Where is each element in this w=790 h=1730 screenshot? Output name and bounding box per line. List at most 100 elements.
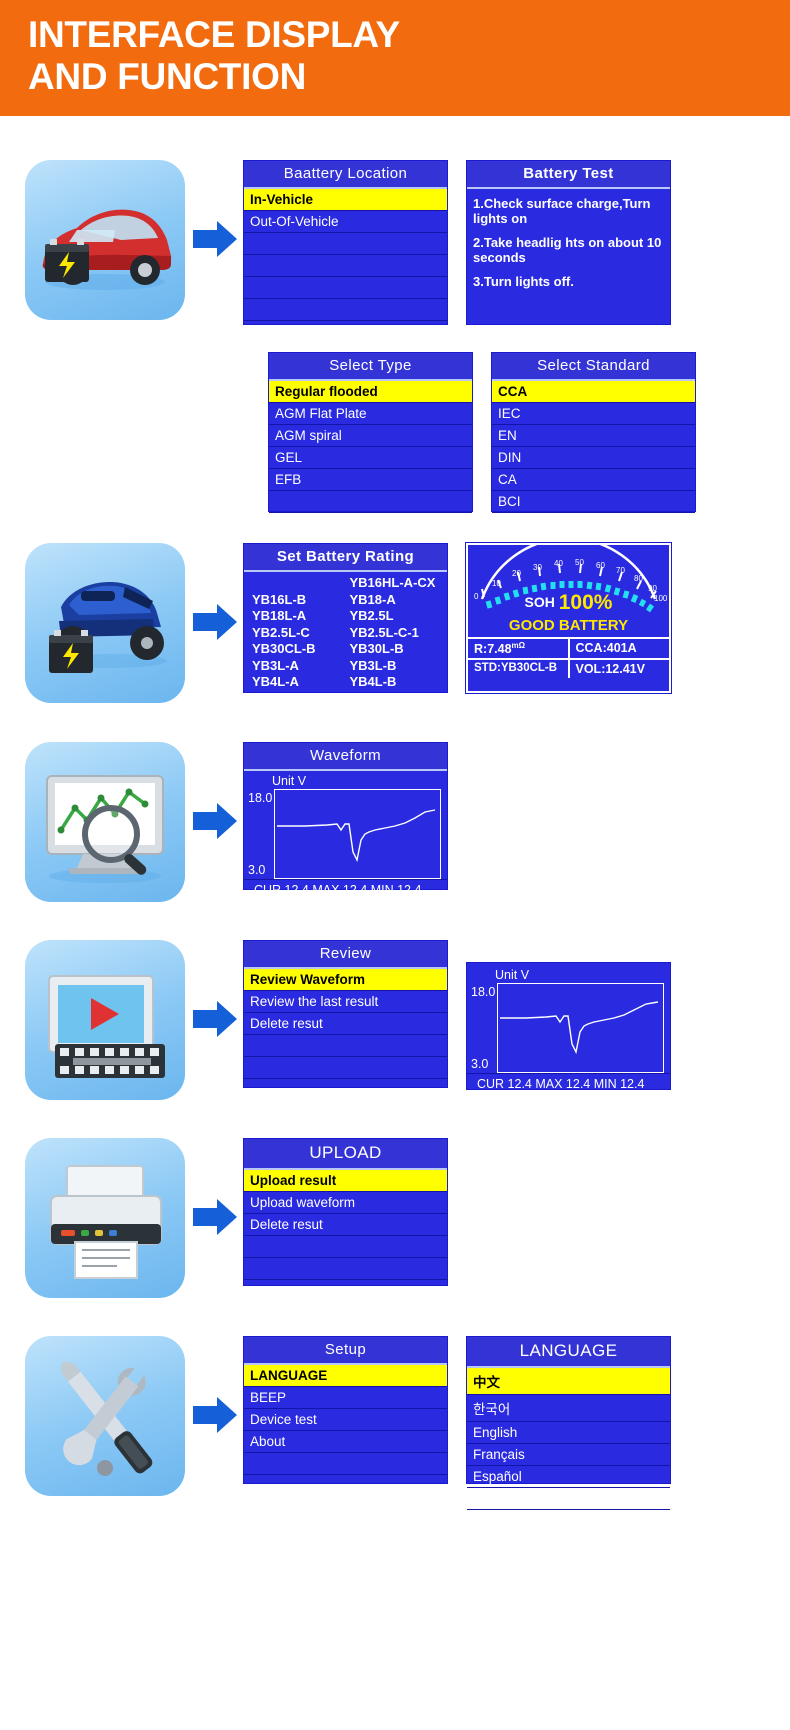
rating-item: [252, 575, 346, 592]
soh-gauge: 0 10 20 30 40 50 60 70 80 90 100 SOH 100…: [468, 545, 669, 637]
film-review-icon: [25, 940, 185, 1100]
review-waveform-y-min: 3.0: [471, 1057, 489, 1071]
result-row-2: STD:YB30CL-B VOL:12.41V: [468, 658, 670, 679]
menu-item-device-test[interactable]: Device test: [244, 1409, 447, 1431]
flow-arrow-icon: [185, 160, 243, 320]
menu-item-cca[interactable]: CCA: [492, 381, 695, 403]
rating-column-right: YB16HL-A-CX YB18-A YB2.5L YB2.5L-C-1 YB3…: [346, 575, 448, 691]
menu-item-out-of-vehicle[interactable]: Out-Of-Vehicle: [244, 211, 447, 233]
rating-item[interactable]: YB18L-A: [252, 608, 346, 625]
car-battery-icon: [25, 160, 185, 320]
menu-item-about[interactable]: About: [244, 1431, 447, 1453]
menu-item-french[interactable]: Français: [467, 1444, 670, 1466]
screen-title: Baattery Location: [244, 161, 447, 189]
resistance-number: R:7.48: [474, 642, 512, 657]
section-review: Review Review Waveform Review the last r…: [25, 940, 671, 1100]
menu-item-empty: [244, 1035, 447, 1057]
rating-item[interactable]: YB3L-B: [350, 658, 448, 675]
page-title-line2: AND FUNCTION: [28, 56, 306, 97]
menu-item-upload-result[interactable]: Upload result: [244, 1170, 447, 1192]
page-title-line1: INTERFACE DISPLAY: [28, 14, 400, 55]
review-waveform-footer: CUR 12.4 MAX 12.4 MIN 12.4: [467, 1073, 670, 1094]
soh-value: 100%: [558, 591, 613, 614]
menu-item-empty: [244, 1453, 447, 1475]
menu-item-empty: [244, 1258, 447, 1280]
menu-item-korean[interactable]: 한국어: [467, 1395, 670, 1422]
screen-battery-location: Baattery Location In-Vehicle Out-Of-Vehi…: [243, 160, 448, 325]
rating-item[interactable]: YB2.5L: [350, 608, 448, 625]
section-waveform: Waveform Unit V 18.0 3.0 CUR 12.4 MAX 12…: [25, 742, 448, 902]
review-waveform-y-max: 18.0: [471, 985, 496, 999]
menu-item-empty: [244, 299, 447, 321]
battery-rating-list: YB16L-B YB18L-A YB2.5L-C YB30CL-B YB3L-A…: [244, 572, 447, 691]
screen-upload: UPLOAD Upload result Upload waveform Del…: [243, 1138, 448, 1286]
screen-title: UPLOAD: [244, 1139, 447, 1170]
instruction-step: 2.Take headlig hts on about 10 seconds: [473, 235, 662, 265]
menu-item-chinese[interactable]: 中文: [467, 1368, 670, 1395]
rating-item[interactable]: YB16L-B: [252, 592, 346, 609]
upload-menu: Upload result Upload waveform Delete res…: [244, 1170, 447, 1280]
menu-item-review-waveform[interactable]: Review Waveform: [244, 969, 447, 991]
menu-item-agm-spiral[interactable]: AGM spiral: [269, 425, 472, 447]
flow-arrow-icon: [185, 543, 243, 703]
menu-item-iec[interactable]: IEC: [492, 403, 695, 425]
waveform-y-min: 3.0: [248, 863, 266, 877]
menu-item-language[interactable]: LANGUAGE: [244, 1365, 447, 1387]
menu-item-upload-waveform[interactable]: Upload waveform: [244, 1192, 447, 1214]
motorcycle-battery-icon: [25, 543, 185, 703]
cca-value: CCA:401A: [567, 639, 670, 659]
menu-item-english[interactable]: English: [467, 1422, 670, 1444]
resistance-value: R:7.48mΩ: [468, 639, 568, 658]
menu-item-in-vehicle[interactable]: In-Vehicle: [244, 189, 447, 211]
menu-item-review-last-result[interactable]: Review the last result: [244, 991, 447, 1013]
svg-text:30: 30: [533, 563, 542, 572]
page-header: INTERFACE DISPLAY AND FUNCTION: [0, 0, 790, 116]
svg-text:70: 70: [616, 566, 625, 575]
menu-item-delete-result[interactable]: Delete resut: [244, 1013, 447, 1035]
rating-item[interactable]: YB30L-B: [350, 641, 448, 658]
rating-item[interactable]: YB30CL-B: [252, 641, 346, 658]
menu-item-empty: [269, 491, 472, 513]
rating-column-left: YB16L-B YB18L-A YB2.5L-C YB30CL-B YB3L-A…: [244, 575, 346, 691]
menu-item-din[interactable]: DIN: [492, 447, 695, 469]
screen-setup: Setup LANGUAGE BEEP Device test About: [243, 1336, 448, 1484]
screen-waveform: Waveform Unit V 18.0 3.0 CUR 12.4 MAX 12…: [243, 742, 448, 897]
rating-item[interactable]: YB2.5L-C-1: [350, 625, 448, 642]
setup-menu: LANGUAGE BEEP Device test About: [244, 1365, 447, 1475]
menu-item-gel[interactable]: GEL: [269, 447, 472, 469]
menu-item-delete-result[interactable]: Delete resut: [244, 1214, 447, 1236]
menu-item-efb[interactable]: EFB: [269, 469, 472, 491]
resistance-unit: mΩ: [511, 641, 526, 650]
rating-item[interactable]: YB4L-A: [252, 674, 346, 691]
menu-item-empty: [244, 1236, 447, 1258]
screen-test-result: 0 10 20 30 40 50 60 70 80 90 100 SOH 100…: [465, 542, 672, 694]
menu-item-agm-flat-plate[interactable]: AGM Flat Plate: [269, 403, 472, 425]
waveform-unit-label: Unit V: [272, 774, 307, 788]
menu-item-regular-flooded[interactable]: Regular flooded: [269, 381, 472, 403]
menu-item-empty: [244, 1057, 447, 1079]
flow-arrow-icon: [185, 1336, 243, 1496]
svg-text:80: 80: [634, 574, 643, 583]
svg-text:50: 50: [575, 558, 584, 567]
menu-item-ca[interactable]: CA: [492, 469, 695, 491]
flow-arrow-icon: [185, 742, 243, 902]
flow-arrow-icon: [185, 1138, 243, 1298]
rating-item[interactable]: YB18-A: [350, 592, 448, 609]
rating-item[interactable]: YB4L-B: [350, 674, 448, 691]
battery-location-menu: In-Vehicle Out-Of-Vehicle: [244, 189, 447, 321]
menu-item-bci[interactable]: BCI: [492, 491, 695, 513]
menu-item-german[interactable]: Deutsch: [467, 1488, 670, 1510]
rating-item[interactable]: YB16HL-A-CX: [350, 575, 448, 592]
select-standard-menu: CCA IEC EN DIN CA BCI: [492, 381, 695, 513]
battery-test-instructions: 1.Check surface charge,Turn lights on 2.…: [467, 189, 670, 289]
menu-item-spanish[interactable]: Español: [467, 1466, 670, 1488]
rating-item[interactable]: YB2.5L-C: [252, 625, 346, 642]
rating-item[interactable]: YB3L-A: [252, 658, 346, 675]
menu-item-beep[interactable]: BEEP: [244, 1387, 447, 1409]
flow-arrow-icon: [185, 940, 243, 1100]
svg-text:40: 40: [554, 559, 563, 568]
menu-item-en[interactable]: EN: [492, 425, 695, 447]
section-upload: UPLOAD Upload result Upload waveform Del…: [25, 1138, 448, 1298]
waveform-plot: [274, 789, 441, 879]
vol-value: VOL:12.41V: [567, 660, 670, 679]
